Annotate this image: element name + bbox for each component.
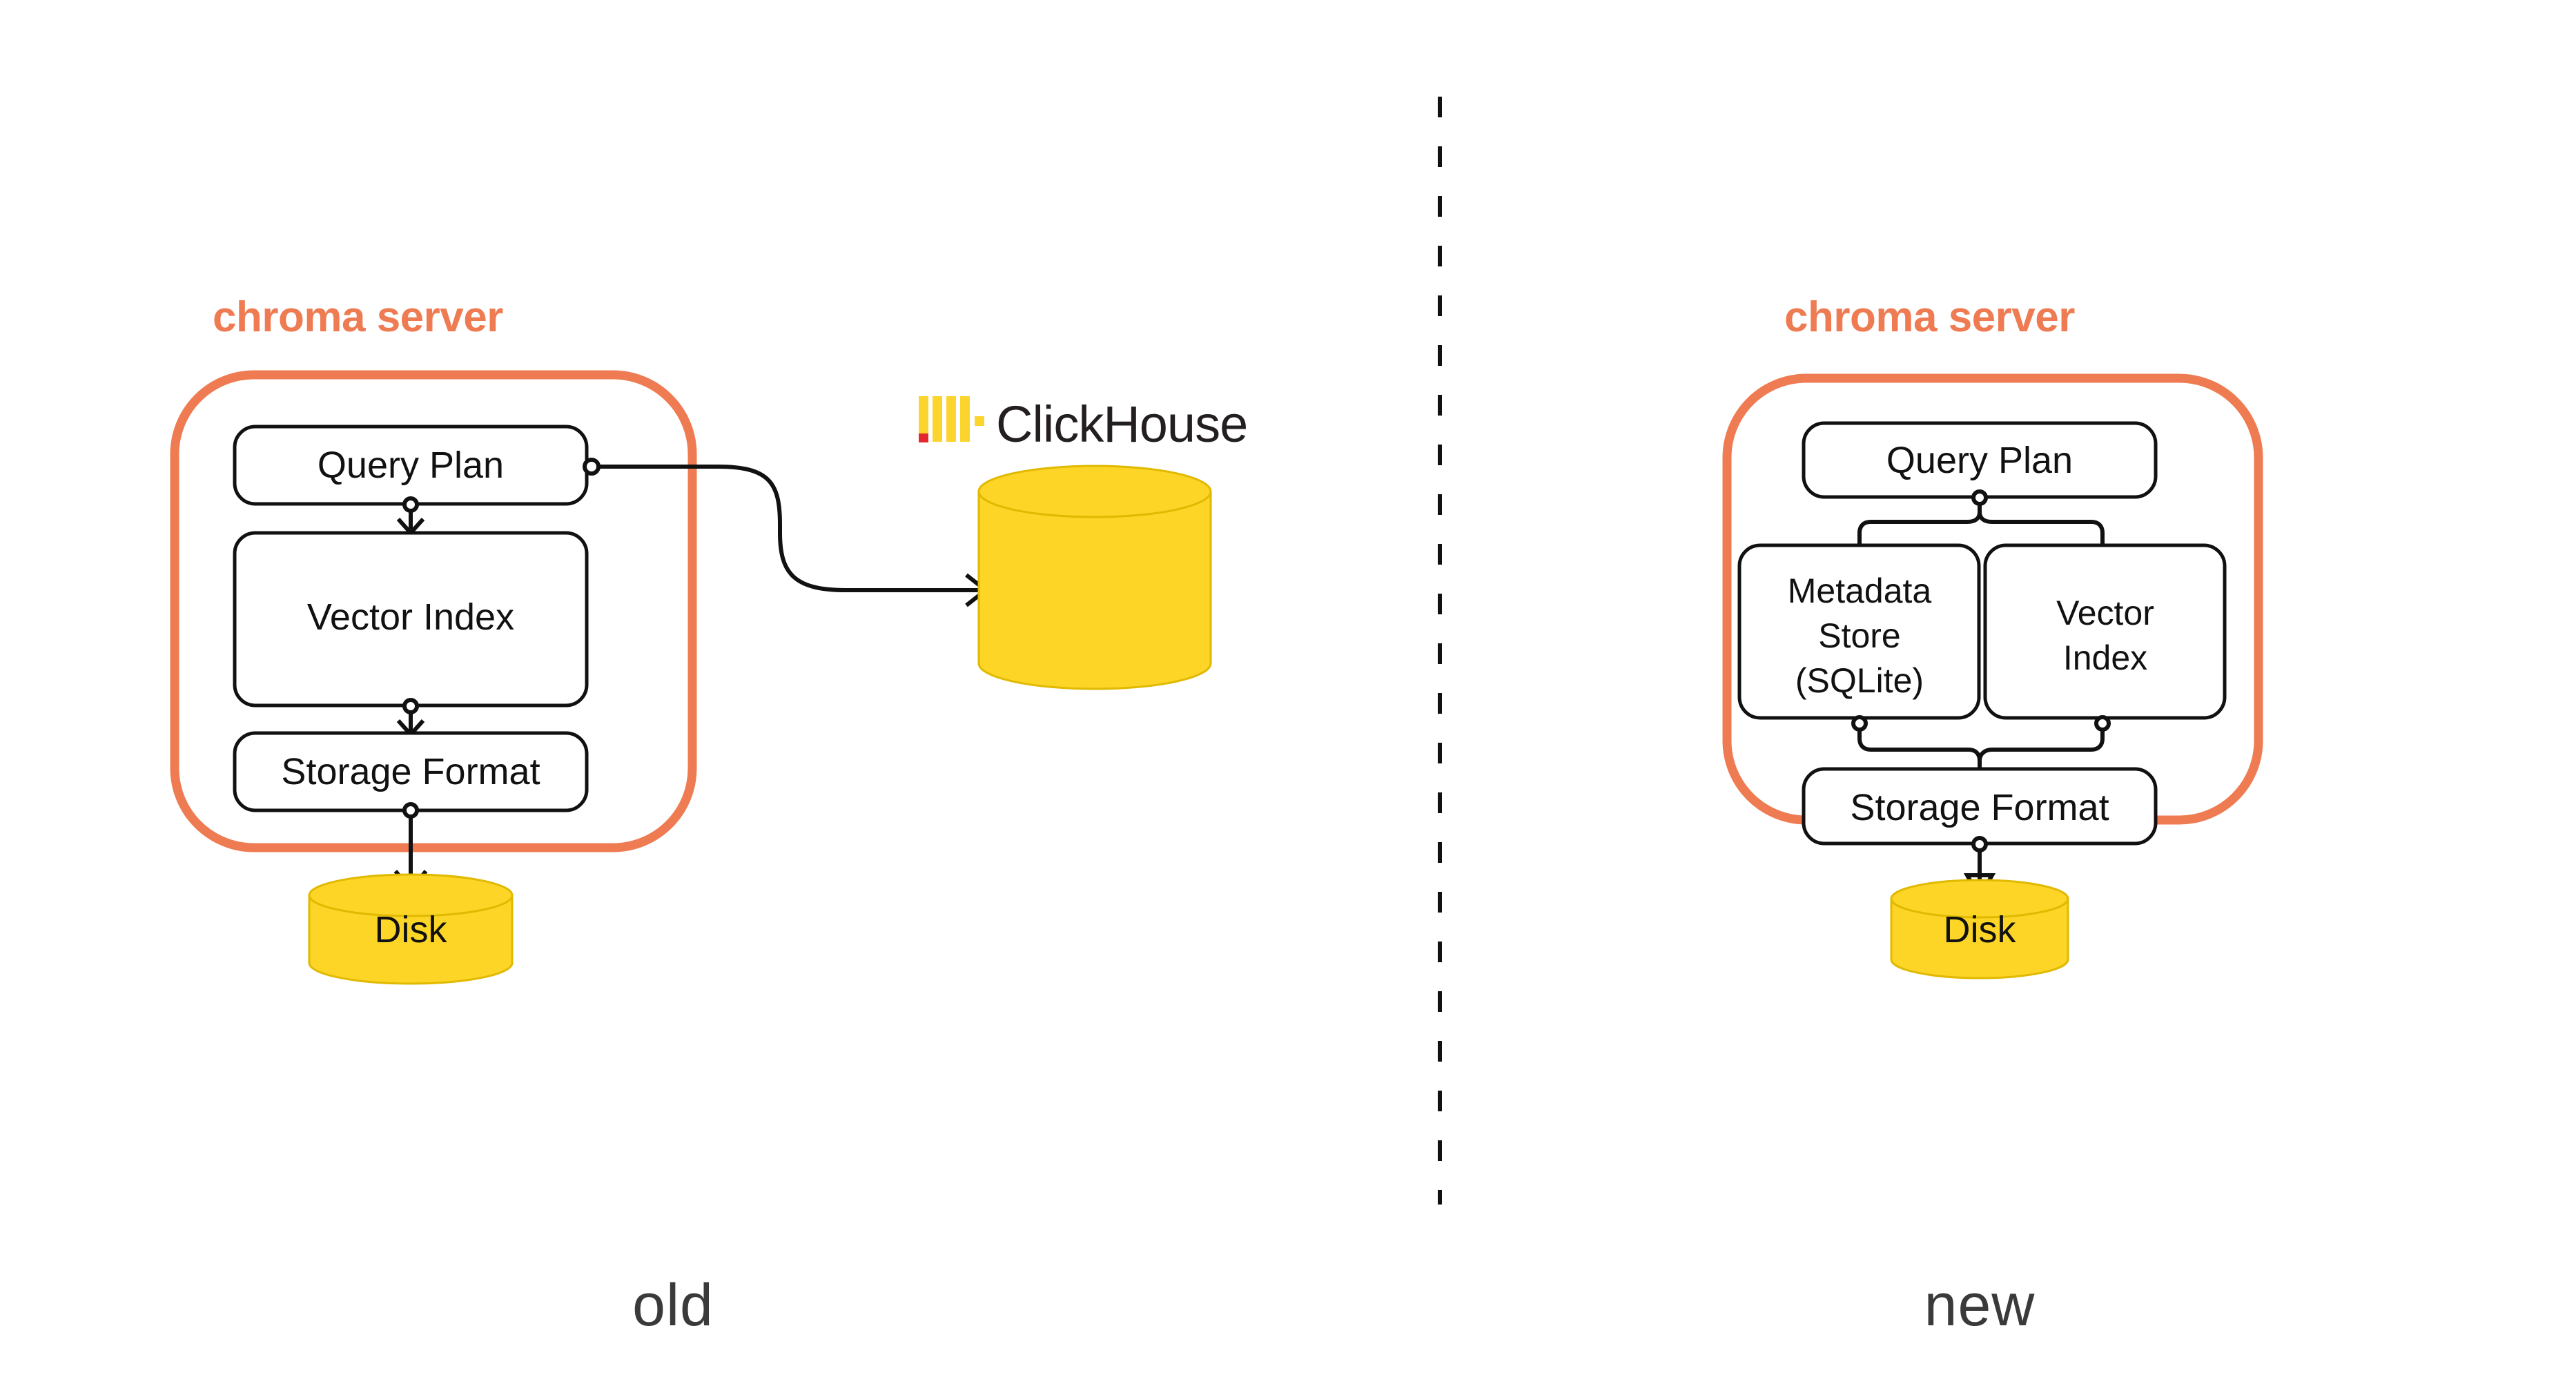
panel-old: chroma server Query Plan Vector Index St… — [170, 293, 1248, 1338]
clickhouse-cylinder-top — [977, 465, 1212, 518]
storage-format-label-old: Storage Format — [281, 751, 540, 792]
disk-cylinder-new[interactable]: Disk — [1890, 879, 2069, 979]
group-title-new: chroma server — [1784, 293, 2075, 341]
clickhouse-wordmark: ClickHouse — [996, 396, 1247, 453]
connector-queryplan-to-clickhouse — [583, 458, 989, 607]
connector-origin-dot — [1971, 489, 1988, 506]
node-vector-index-new[interactable]: Vector Index — [1983, 543, 2227, 720]
connector-origin-dot — [402, 802, 419, 819]
vector-index-label-old: Vector Index — [307, 596, 514, 638]
connector-merge-to-storageformat-new — [1851, 715, 2111, 769]
architecture-comparison-diagram: chroma server Query Plan Vector Index St… — [170, 97, 2263, 1338]
connector-origin-dot — [402, 698, 419, 714]
disk-label-old: Disk — [375, 909, 448, 950]
node-query-plan-new[interactable]: Query Plan — [1802, 421, 2158, 499]
connector-origin-dot-vector — [2094, 715, 2111, 732]
disk-label-new: Disk — [1944, 909, 2017, 950]
panel-new: chroma server Query Plan Metadata Store … — [1722, 293, 2263, 1338]
disk-cylinder-old[interactable]: Disk — [308, 873, 514, 985]
connector-origin-dot-metadata — [1851, 715, 1868, 732]
node-vector-index-old[interactable]: Vector Index — [233, 531, 589, 708]
panel-caption-new: new — [1924, 1272, 2036, 1338]
connector-queryplan-branch-new — [1857, 489, 2105, 545]
diagram-canvas: chroma server Query Plan Vector Index St… — [0, 0, 2576, 1375]
query-plan-label-new: Query Plan — [1886, 440, 2073, 481]
panel-caption-old: old — [632, 1272, 714, 1338]
metadata-store-label-line-3: (SQLite) — [1795, 661, 1924, 700]
clickhouse-bars-icon — [919, 396, 984, 442]
storage-format-label-new: Storage Format — [1850, 787, 2109, 828]
node-metadata-store-new[interactable]: Metadata Store (SQLite) — [1737, 543, 1981, 720]
connector-origin-dot — [583, 458, 601, 476]
node-storage-format-old[interactable]: Storage Format — [233, 731, 589, 812]
metadata-store-label-line-2: Store — [1818, 616, 1901, 655]
database-cylinder-icon[interactable] — [977, 465, 1212, 690]
connector-origin-dot — [402, 496, 419, 513]
vector-index-label-line-1: Vector — [2056, 594, 2154, 632]
group-title-old: chroma server — [213, 293, 503, 341]
clickhouse-cylinder-body — [977, 490, 1212, 690]
vector-index-label-line-2: Index — [2063, 638, 2147, 677]
node-query-plan-old[interactable]: Query Plan — [233, 425, 589, 506]
query-plan-label-old: Query Plan — [318, 445, 504, 486]
node-storage-format-new[interactable]: Storage Format — [1802, 767, 2158, 846]
metadata-store-label-line-1: Metadata — [1788, 572, 1932, 610]
connector-origin-dot — [1971, 836, 1988, 852]
